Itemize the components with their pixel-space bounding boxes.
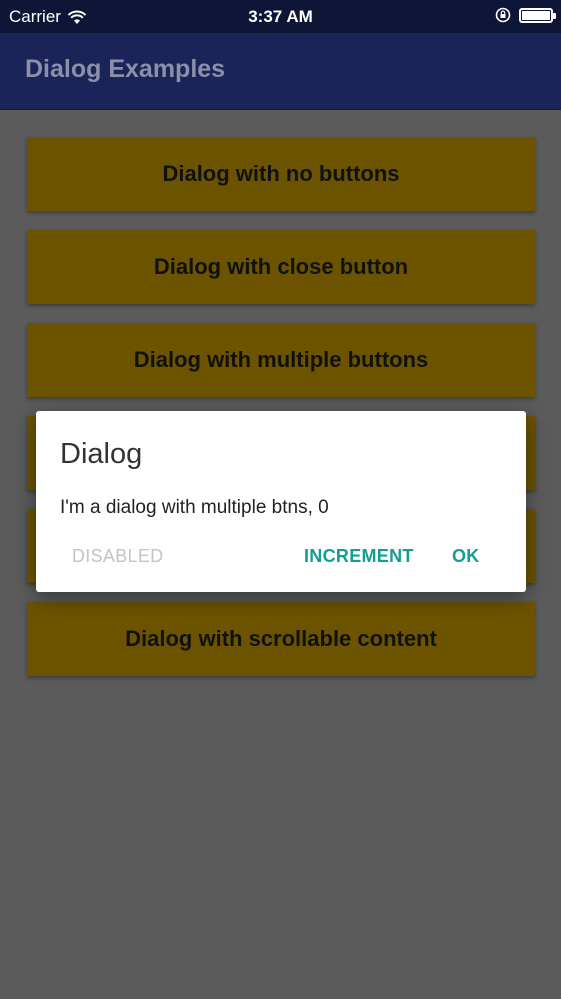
dialog-close-button-button[interactable]: Dialog with close button [27,230,535,304]
ok-button[interactable]: OK [452,546,480,567]
app-bar-title: Dialog Examples [25,55,226,83]
app-bar: Dialog Examples [0,33,561,110]
dialog-title: Dialog [60,438,143,470]
battery-icon [519,7,556,23]
dialog: Dialog I'm a dialog with multiple btns, … [36,411,526,592]
dialog-message: I'm a dialog with multiple btns, 0 [60,497,329,518]
dialog-multiple-buttons-button[interactable]: Dialog with multiple buttons [27,323,535,397]
status-time: 3:37 AM [248,7,313,26]
disabled-button: DISABLED [72,546,164,566]
dialog-scrollable-content-button[interactable]: Dialog with scrollable content [27,602,535,676]
status-right-group [495,7,556,23]
dialog-no-buttons-button[interactable]: Dialog with no buttons [27,137,535,211]
rotation-lock-icon [495,7,511,23]
increment-button[interactable]: INCREMENT [304,546,414,567]
status-bar: Carrier 3:37 AM [0,0,561,33]
